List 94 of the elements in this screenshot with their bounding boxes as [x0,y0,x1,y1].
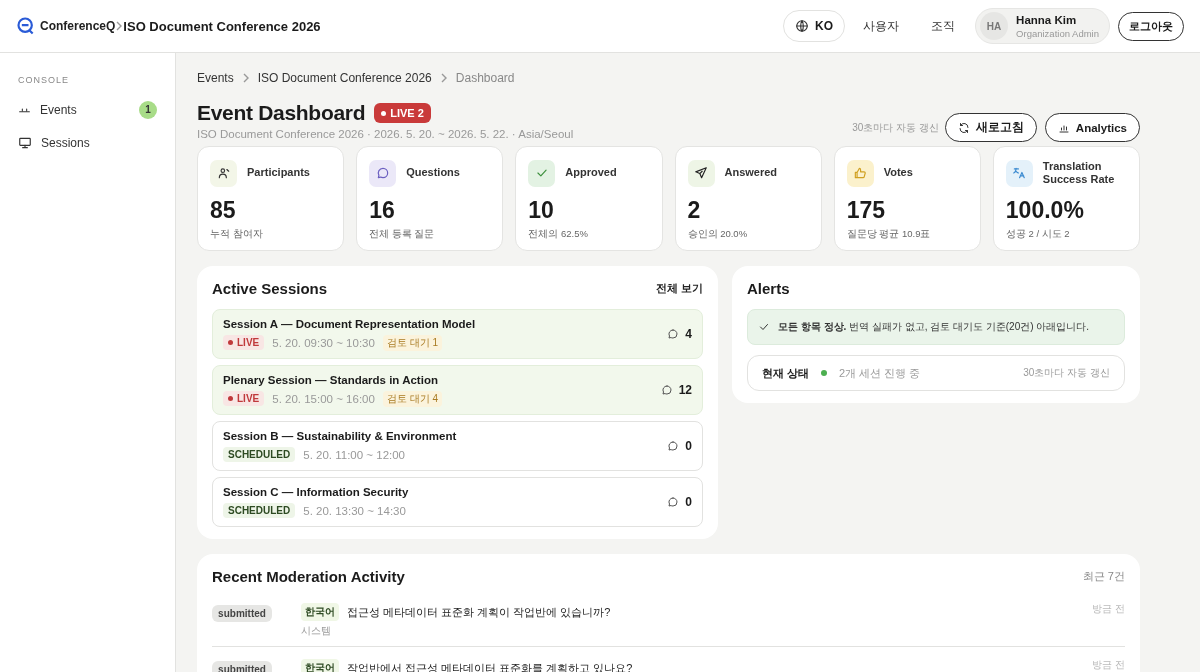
chat-bubble-icon [667,440,680,452]
question-text: 접근성 메타데이터 표준화 계획이 작업반에 있습니까? [347,604,611,620]
stat-label: Translation Success Rate [1042,159,1116,187]
scheduled-status-tag: SCHEDULED [223,503,296,518]
session-title: Session B — Sustainability & Environment [223,430,457,442]
sidebar-item[interactable]: Events 1 [18,93,157,126]
refresh-icon [957,121,970,134]
chat-bubble-icon [667,328,680,340]
view-all-link[interactable]: 전체 보기 [655,281,703,296]
stat-value: 85 [210,197,237,224]
session-title: Plenary Session — Standards in Action [223,373,439,386]
session-row[interactable]: Session B — Sustainability & Environment SCHEDULED 5. 20. 11:00 ~ 12:00 0 [212,421,703,471]
count-badge: 1 [139,100,157,119]
question-count: 0 [685,439,692,453]
logout-button[interactable]: 로그아웃 [1118,11,1184,41]
translate-icon [1012,166,1027,180]
panel-title: Recent Moderation Activity [212,568,405,585]
chevron-icon [241,73,250,83]
stat-value: 10 [528,197,555,224]
session-title: Session C — Information Security [223,486,409,498]
app-logo[interactable]: ConferenceQ [16,16,116,36]
live-status-tag: LIVE [223,391,265,406]
status-text: 2개 세션 진행 중 [839,365,921,381]
alert-text: 모든 항목 정상. 번역 실패가 없고, 검토 대기도 기준(20건) 아래입니다. [778,320,1090,334]
chevron-icon [439,73,448,83]
nav-link[interactable]: 사용자 [863,17,900,35]
session-time: 5. 20. 13:30 ~ 14:30 [303,504,406,517]
chevron-icon [115,21,124,31]
stat-note: 전체의 62.5% [528,228,589,241]
person-icon [216,166,231,180]
stat-note: 누적 참여자 [210,228,264,241]
question-count: 12 [678,383,692,397]
breadcrumb-item[interactable]: Events [197,71,234,85]
send-icon [694,166,708,180]
avatar: HA [980,12,1009,40]
stat-label: Approved [565,166,617,180]
live-status-tag: LIVE [223,335,265,350]
language-tag: 한국어 [301,603,339,621]
breadcrumb-item[interactable]: ISO Document Conference 2026 [257,71,432,85]
stat-value: 100.0% [1005,197,1085,224]
user-role: Organization Admin [1016,27,1099,39]
stat-note: 승인의 20.0% [687,228,749,241]
thumbs-up-icon [853,166,868,180]
author: 시스템 [301,625,332,638]
stat-note: 질문당 평균 10.9표 [846,228,932,241]
session-row[interactable]: Plenary Session — Standards in Action LIVE 5. 20. 15:00 ~ 16:00 검토 대기 4 12 [212,365,703,415]
stat-value: 2 [687,197,702,224]
analytics-button[interactable]: Analytics [1044,113,1140,142]
status-tag: submitted [212,605,272,622]
stat-note: 전체 등록 질문 [369,228,436,241]
page-title: Event Dashboard [197,101,366,125]
chat-bubble-icon [667,496,680,508]
chat-bubble-icon [660,384,673,396]
pending-tag: 검토 대기 1 [382,334,442,351]
event-title: ISO Document Conference 2026 [123,18,321,34]
refresh-button[interactable]: 새로고침 [944,113,1037,142]
session-row[interactable]: Session A — Document Representation Model LIVE 5. 20. 09:30 ~ 10:30 검토 대기 1 4 [212,309,703,359]
stat-label: Questions [406,166,460,180]
stat-value: 16 [369,197,396,224]
monitor-icon [18,135,32,150]
chat-bubble-icon [375,166,390,180]
auto-refresh-note: 30초마다 자동 갱신 [852,120,939,135]
session-time: 5. 20. 15:00 ~ 16:00 [272,392,375,405]
stat-value: 175 [846,197,887,224]
activity-count: 최근 7건 [1082,569,1125,584]
stat-label: Answered [724,166,778,180]
stat-note: 성공 2 / 시도 2 [1005,228,1071,241]
language-tag: 한국어 [301,659,339,672]
language-button[interactable]: KO [783,10,846,42]
live-badge: LIVE 2 [374,103,431,123]
question-count: 0 [685,495,692,509]
session-time: 5. 20. 09:30 ~ 10:30 [272,336,375,349]
panel-title: Active Sessions [212,280,328,297]
sidebar-item[interactable]: Sessions [18,126,157,159]
session-row[interactable]: Session C — Information Security SCHEDULED 5. 20. 13:30 ~ 14:30 0 [212,477,703,527]
nav-link[interactable]: 조직 [931,17,956,35]
question-count: 4 [685,327,692,341]
globe-icon [795,19,810,33]
activity-time: 방금 전 [1092,659,1125,672]
status-label: 현재 상태 [762,365,810,381]
user-chip[interactable]: HA Hanna Kim Organization Admin [975,8,1110,44]
activity-time: 방금 전 [1092,603,1125,616]
event-subtitle: ISO Document Conference 2026 · 2026. 5. 20. ~ 2026. 5. 22. · Asia/Seoul [197,128,574,140]
session-time: 5. 20. 11:00 ~ 12:00 [303,448,405,461]
user-name: Hanna Kim [1016,13,1078,26]
sidebar-heading: CONSOLE [18,75,70,85]
auto-refresh-note: 30초마다 자동 갱신 [1023,366,1110,380]
scheduled-status-tag: SCHEDULED [223,447,296,462]
pending-tag: 검토 대기 4 [382,390,442,407]
check-icon [758,321,770,333]
session-title: Session A — Document Representation Model [223,317,476,330]
panel-title: Alerts [747,280,790,297]
stat-label: Votes [883,166,913,180]
stat-label: Participants [247,166,310,180]
